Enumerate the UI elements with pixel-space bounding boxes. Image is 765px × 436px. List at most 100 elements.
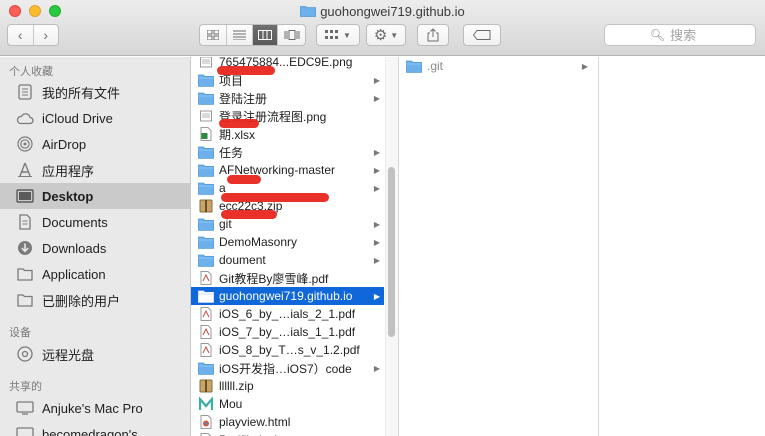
image-file-icon bbox=[198, 109, 214, 123]
chevron-down-icon: ▼ bbox=[390, 30, 399, 40]
file-row[interactable]: iOS_6_by_…ials_2_1.pdf bbox=[191, 305, 384, 323]
file-row[interactable]: iOS_8_by_T…s_v_1.2.pdf bbox=[191, 341, 384, 359]
edit-tags-button[interactable] bbox=[463, 24, 501, 46]
sidebar: 个人收藏 我的所有文件 iCloud Drive AirDrop 应用程序 De… bbox=[0, 57, 191, 436]
search-input[interactable] bbox=[670, 27, 711, 43]
zip-file-icon bbox=[198, 379, 214, 393]
file-row[interactable]: Podfile.lock bbox=[191, 431, 384, 436]
file-row[interactable]: DemoMasonry ▶ bbox=[191, 233, 384, 251]
column-scrollbar[interactable] bbox=[388, 167, 395, 337]
file-name: iOS_6_by_…ials_2_1.pdf bbox=[219, 307, 356, 321]
file-name: .git bbox=[427, 59, 444, 73]
redaction-mark bbox=[227, 175, 261, 184]
file-row[interactable]: 任务 ▶ bbox=[191, 143, 384, 161]
file-row[interactable]: .git ▶ bbox=[399, 57, 592, 75]
folder-icon bbox=[300, 6, 317, 17]
documents-icon bbox=[16, 213, 34, 231]
zip-file-icon bbox=[198, 199, 214, 213]
disclosure-arrow-icon: ▶ bbox=[373, 165, 381, 175]
file-name: iOS开发指…iOS7）code bbox=[219, 361, 352, 376]
file-name: 任务 bbox=[219, 145, 244, 160]
sidebar-item-remote-disc[interactable]: 远程光盘 bbox=[0, 341, 190, 367]
redaction-mark bbox=[219, 119, 259, 128]
folder-icon bbox=[198, 361, 214, 375]
file-row[interactable]: Git教程By廖雪峰.pdf bbox=[191, 269, 384, 287]
pdf-file-icon bbox=[198, 271, 214, 285]
sidebar-item-label: iCloud Drive bbox=[42, 110, 113, 126]
redaction-mark bbox=[217, 66, 275, 75]
mou-app-icon bbox=[198, 397, 214, 411]
pdf-file-icon bbox=[198, 343, 214, 357]
disclosure-arrow-icon: ▶ bbox=[373, 75, 381, 85]
folder-icon bbox=[198, 145, 214, 159]
file-row[interactable]: iOS_7_by_…ials_1_1.pdf bbox=[191, 323, 384, 341]
list-view-icon bbox=[232, 30, 246, 40]
title-bar: guohongwei719.github.io ‹ › ▼ ⚙ ▼ 🔍︎ 搜索 bbox=[0, 0, 765, 56]
arrange-button[interactable]: ▼ bbox=[316, 24, 360, 46]
chevron-left-icon: ‹ bbox=[17, 27, 23, 43]
icon-view-button[interactable] bbox=[200, 25, 227, 45]
applications-icon bbox=[16, 161, 34, 179]
tag-icon bbox=[473, 30, 491, 40]
file-row[interactable]: guohongwei719.github.io ▶ bbox=[191, 287, 384, 305]
arrange-icon bbox=[325, 30, 339, 39]
list-view-button[interactable] bbox=[227, 25, 253, 45]
sidebar-item-airdrop[interactable]: AirDrop bbox=[0, 131, 190, 157]
file-name: 登陆注册 bbox=[219, 91, 268, 106]
sidebar-item-label: AirDrop bbox=[42, 136, 87, 152]
file-name: DemoMasonry bbox=[219, 235, 298, 249]
file-name: iOS_7_by_…ials_1_1.pdf bbox=[219, 325, 356, 339]
search-field[interactable]: 🔍︎ bbox=[604, 24, 756, 46]
cloud-icon bbox=[16, 109, 34, 127]
file-row[interactable]: Mou bbox=[191, 395, 384, 413]
sidebar-item-anjuke-mac-pro[interactable]: Anjuke's Mac Pro bbox=[0, 395, 190, 421]
column-view-button[interactable] bbox=[252, 25, 279, 45]
airdrop-icon bbox=[16, 135, 34, 153]
view-mode-control bbox=[199, 24, 306, 46]
sidebar-item-all-my-files[interactable]: 我的所有文件 bbox=[0, 79, 190, 105]
column-view-icon bbox=[257, 30, 272, 40]
column-desktop: 765475884...EDC9E.png 项目 ▶ 登陆注册 ▶ 登录注册流程图.png… bbox=[191, 57, 399, 436]
sidebar-item-label: Documents bbox=[42, 214, 108, 230]
folder-icon bbox=[198, 217, 214, 231]
chevron-right-icon: › bbox=[43, 27, 49, 43]
sidebar-item-icloud-drive[interactable]: iCloud Drive bbox=[0, 105, 190, 131]
folder-icon bbox=[198, 253, 214, 267]
coverflow-view-button[interactable] bbox=[278, 25, 305, 45]
file-row[interactable]: doument ▶ bbox=[191, 251, 384, 269]
share-icon bbox=[427, 28, 439, 42]
folder-icon bbox=[198, 91, 214, 105]
sidebar-item-downloads[interactable]: Downloads bbox=[0, 235, 190, 261]
sidebar-item-desktop[interactable]: Desktop bbox=[0, 183, 190, 209]
action-button[interactable]: ⚙ ▼ bbox=[366, 24, 406, 46]
desktop-icon bbox=[16, 187, 34, 205]
file-name: Git教程By廖雪峰.pdf bbox=[219, 271, 329, 286]
file-row[interactable]: iOS开发指…iOS7）code ▶ bbox=[191, 359, 384, 377]
redaction-mark bbox=[221, 193, 329, 202]
disclosure-arrow-icon: ▶ bbox=[373, 93, 381, 103]
file-row[interactable]: AFNetworking-master ▶ bbox=[191, 161, 384, 179]
back-button[interactable]: ‹ bbox=[8, 25, 34, 45]
sidebar-item-label: Application bbox=[42, 266, 106, 282]
sidebar-section-favorites: 个人收藏 bbox=[9, 66, 53, 78]
file-name: guohongwei719.github.io bbox=[219, 289, 353, 303]
sidebar-item-label: becomedragon's bbox=[42, 426, 138, 436]
sidebar-item-documents[interactable]: Documents bbox=[0, 209, 190, 235]
disclosure-arrow-icon: ▶ bbox=[373, 291, 381, 301]
forward-button[interactable]: › bbox=[34, 25, 59, 45]
file-row[interactable]: git ▶ bbox=[191, 215, 384, 233]
file-row[interactable]: 登陆注册 ▶ bbox=[191, 89, 384, 107]
sidebar-item-becomedragon[interactable]: becomedragon's bbox=[0, 421, 190, 436]
disclosure-arrow-icon: ▶ bbox=[373, 147, 381, 157]
sidebar-item-applications[interactable]: 应用程序 bbox=[0, 157, 190, 183]
sidebar-item-deleted-users[interactable]: 已删除的用户 bbox=[0, 287, 190, 313]
disclosure-arrow-icon: ▶ bbox=[373, 183, 381, 193]
image-file-icon bbox=[198, 57, 214, 69]
file-row[interactable]: playview.html bbox=[191, 413, 384, 431]
file-name: doument bbox=[219, 253, 266, 267]
share-button[interactable] bbox=[417, 24, 449, 46]
file-row[interactable]: 期.xlsx bbox=[191, 125, 384, 143]
sidebar-item-application[interactable]: Application bbox=[0, 261, 190, 287]
file-row[interactable]: llllll.zip bbox=[191, 377, 384, 395]
pdf-file-icon bbox=[198, 325, 214, 339]
